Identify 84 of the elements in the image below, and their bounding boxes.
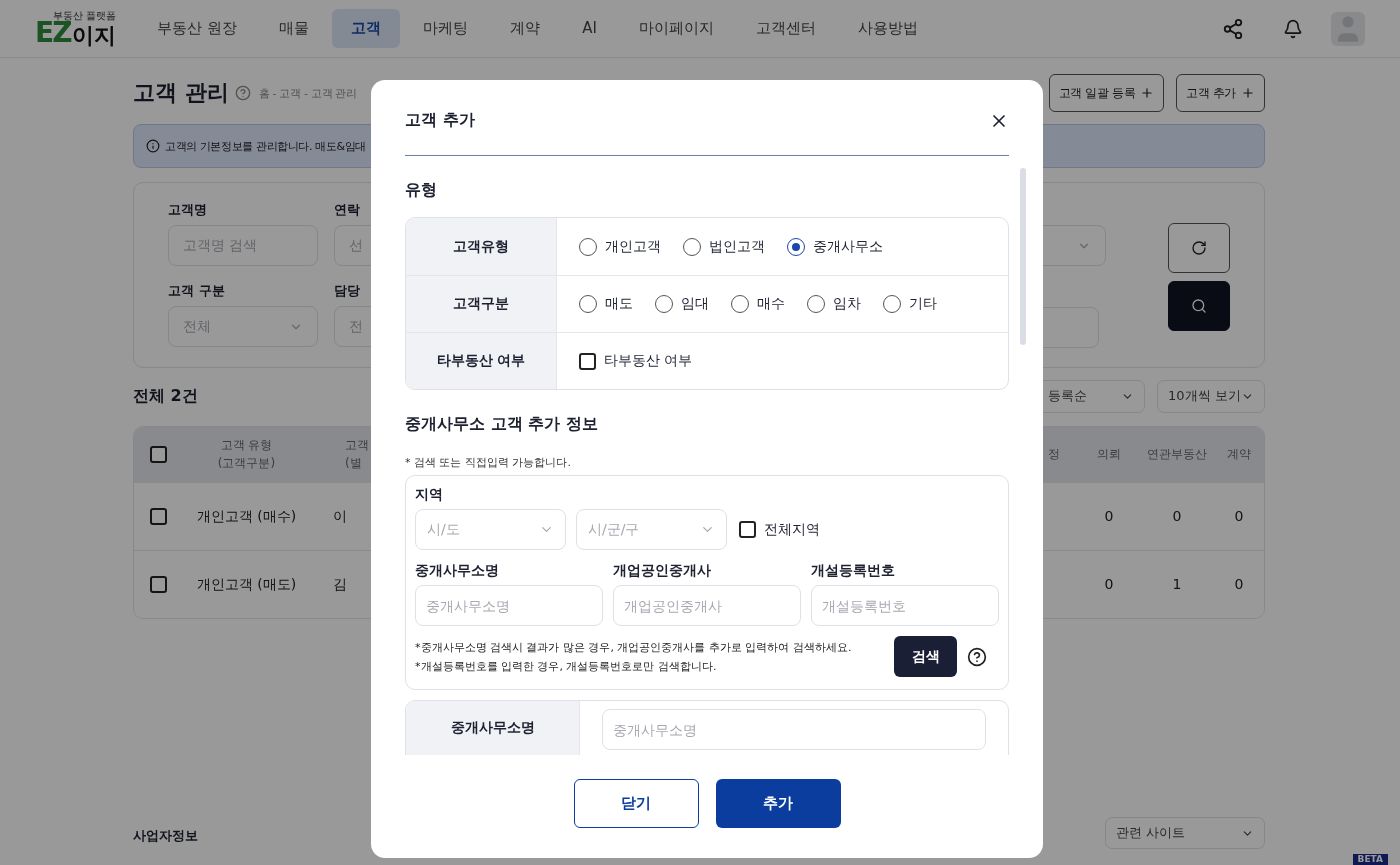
column-header: 고객 (별 [344, 437, 370, 472]
add-button[interactable]: 고객 추가 [1176, 74, 1265, 112]
table-cell-text: 0 [1103, 507, 1115, 527]
radio-option[interactable]: 법인고객 [683, 237, 765, 256]
dialog-title: 고객 추가 [405, 110, 475, 131]
nav-tab[interactable]: 고객센터 [736, 9, 835, 48]
row-label: 중개사무소명 [406, 701, 580, 755]
nav-tab[interactable]: 부동산 원장 [138, 9, 257, 48]
add-button[interactable]: 고객 일괄 등록 [1048, 74, 1165, 112]
page-title: 고객 관리 [133, 79, 229, 107]
radio-option[interactable]: 매수 [731, 295, 785, 313]
radio-option[interactable]: 중개사무소 [787, 237, 883, 256]
row-label: 고객구분 [406, 276, 557, 332]
text-field[interactable]: 개업공인중개사 [613, 585, 801, 626]
field-label: 중개사무소명 [415, 562, 500, 580]
select-all-checkbox[interactable] [149, 446, 167, 463]
text-field[interactable]: 중개사무소명 [415, 585, 603, 626]
row-checkbox[interactable] [149, 508, 167, 525]
nav-tab[interactable]: AI [563, 9, 616, 48]
table-cell-text: 0 [1103, 575, 1115, 595]
radio-option[interactable]: 매도 [579, 295, 633, 313]
section-heading: 중개사무소 고객 추가 정보 [405, 414, 599, 435]
beta-badge: BETA [1352, 854, 1388, 865]
breadcrumb: 홈 - 고객 - 고객 관리 [258, 85, 357, 101]
field-label: 개업공인중개사 [613, 562, 712, 580]
row-label: 타부동산 여부 [406, 333, 557, 389]
table-cell-text: 0 [1233, 507, 1245, 527]
plus-icon [1241, 86, 1255, 100]
total-count: 전체 2건 [133, 385, 198, 407]
reset-button[interactable] [1168, 223, 1230, 273]
scrollbar-thumb[interactable] [1020, 168, 1026, 345]
radio-option[interactable]: 기타 [883, 295, 937, 313]
nav-tab[interactable]: 마이페이지 [619, 9, 733, 48]
nav-tab[interactable]: 고객 [332, 9, 401, 48]
filter-label: 담당 [334, 282, 361, 300]
row-label: 고객유형 [406, 218, 557, 275]
search-button[interactable]: 검색 [894, 636, 957, 677]
table-cell-text: 0 [1233, 575, 1245, 595]
radio-option[interactable]: 임대 [655, 295, 709, 313]
table-cell-text: 개인고객 (매도) [195, 575, 298, 595]
search-button[interactable] [1168, 281, 1230, 331]
field-label: 개설등록번호 [811, 562, 896, 580]
hint-text: *중개사무소명 검색시 결과가 많은 경우, 개업공인중개사를 추가로 입력하여 검색하세요. [415, 639, 853, 655]
filter-label: 연락 [334, 201, 361, 219]
column-header: 정 [1048, 445, 1061, 463]
related-sites-select[interactable]: 관련 사이트 [1105, 817, 1265, 849]
footer-title: 사업자정보 [133, 827, 198, 845]
logo[interactable]: 부동산 플랫폼 EZ이지 [35, 10, 117, 47]
table-cell-text: 0 [1171, 507, 1183, 527]
help-icon[interactable] [967, 646, 987, 667]
note-text: * 검색 또는 직접입력 가능합니다. [405, 455, 572, 470]
nav-tab[interactable]: 계약 [491, 9, 560, 48]
close-button[interactable]: 닫기 [573, 779, 699, 828]
plus-icon [1140, 86, 1155, 100]
column-header: 의뢰 [1096, 445, 1122, 463]
column-header: 고객 유형 (고객구분) [216, 437, 277, 472]
radio-option[interactable]: 개인고객 [579, 237, 661, 256]
checkbox-option[interactable]: 전체지역 [739, 520, 820, 539]
table-cell-text: 김 [332, 575, 348, 595]
table-cell-text: 1 [1171, 575, 1183, 595]
nav-tab[interactable]: 마케팅 [404, 9, 488, 48]
share-icon[interactable] [1221, 16, 1245, 41]
search-icon [1191, 298, 1207, 314]
field-label: 지역 [415, 486, 444, 504]
refresh-icon [1191, 240, 1207, 256]
radio-option[interactable]: 임차 [807, 295, 861, 313]
column-header: 연관부동산 [1146, 445, 1208, 463]
text-field[interactable]: 개설등록번호 [811, 585, 999, 626]
column-header: 계약 [1226, 445, 1252, 463]
page-size-select[interactable]: 10개씩 보기 [1157, 379, 1265, 413]
filter-label: 고객 구분 [168, 282, 226, 300]
nav-tab[interactable]: 매물 [260, 9, 329, 48]
section-heading: 유형 [405, 180, 438, 201]
table-cell-text: 이 [332, 507, 348, 527]
checkbox-option[interactable]: 타부동산 여부 [579, 352, 693, 370]
add-button[interactable]: 추가 [715, 779, 841, 828]
nav-tab[interactable]: 사용방법 [838, 9, 937, 48]
notice-text: 고객의 기본정보를 관리합니다. 매도&임대 [165, 138, 366, 154]
text-field[interactable]: 중개사무소명 [602, 709, 986, 750]
hint-text: *개설등록번호를 입력한 경우, 개설등록번호로만 검색합니다. [415, 658, 718, 674]
info-icon [146, 139, 160, 153]
table-cell-text: 개인고객 (매수) [195, 507, 298, 527]
row-checkbox[interactable] [149, 576, 167, 593]
filter-label: 고객명 [168, 201, 208, 219]
